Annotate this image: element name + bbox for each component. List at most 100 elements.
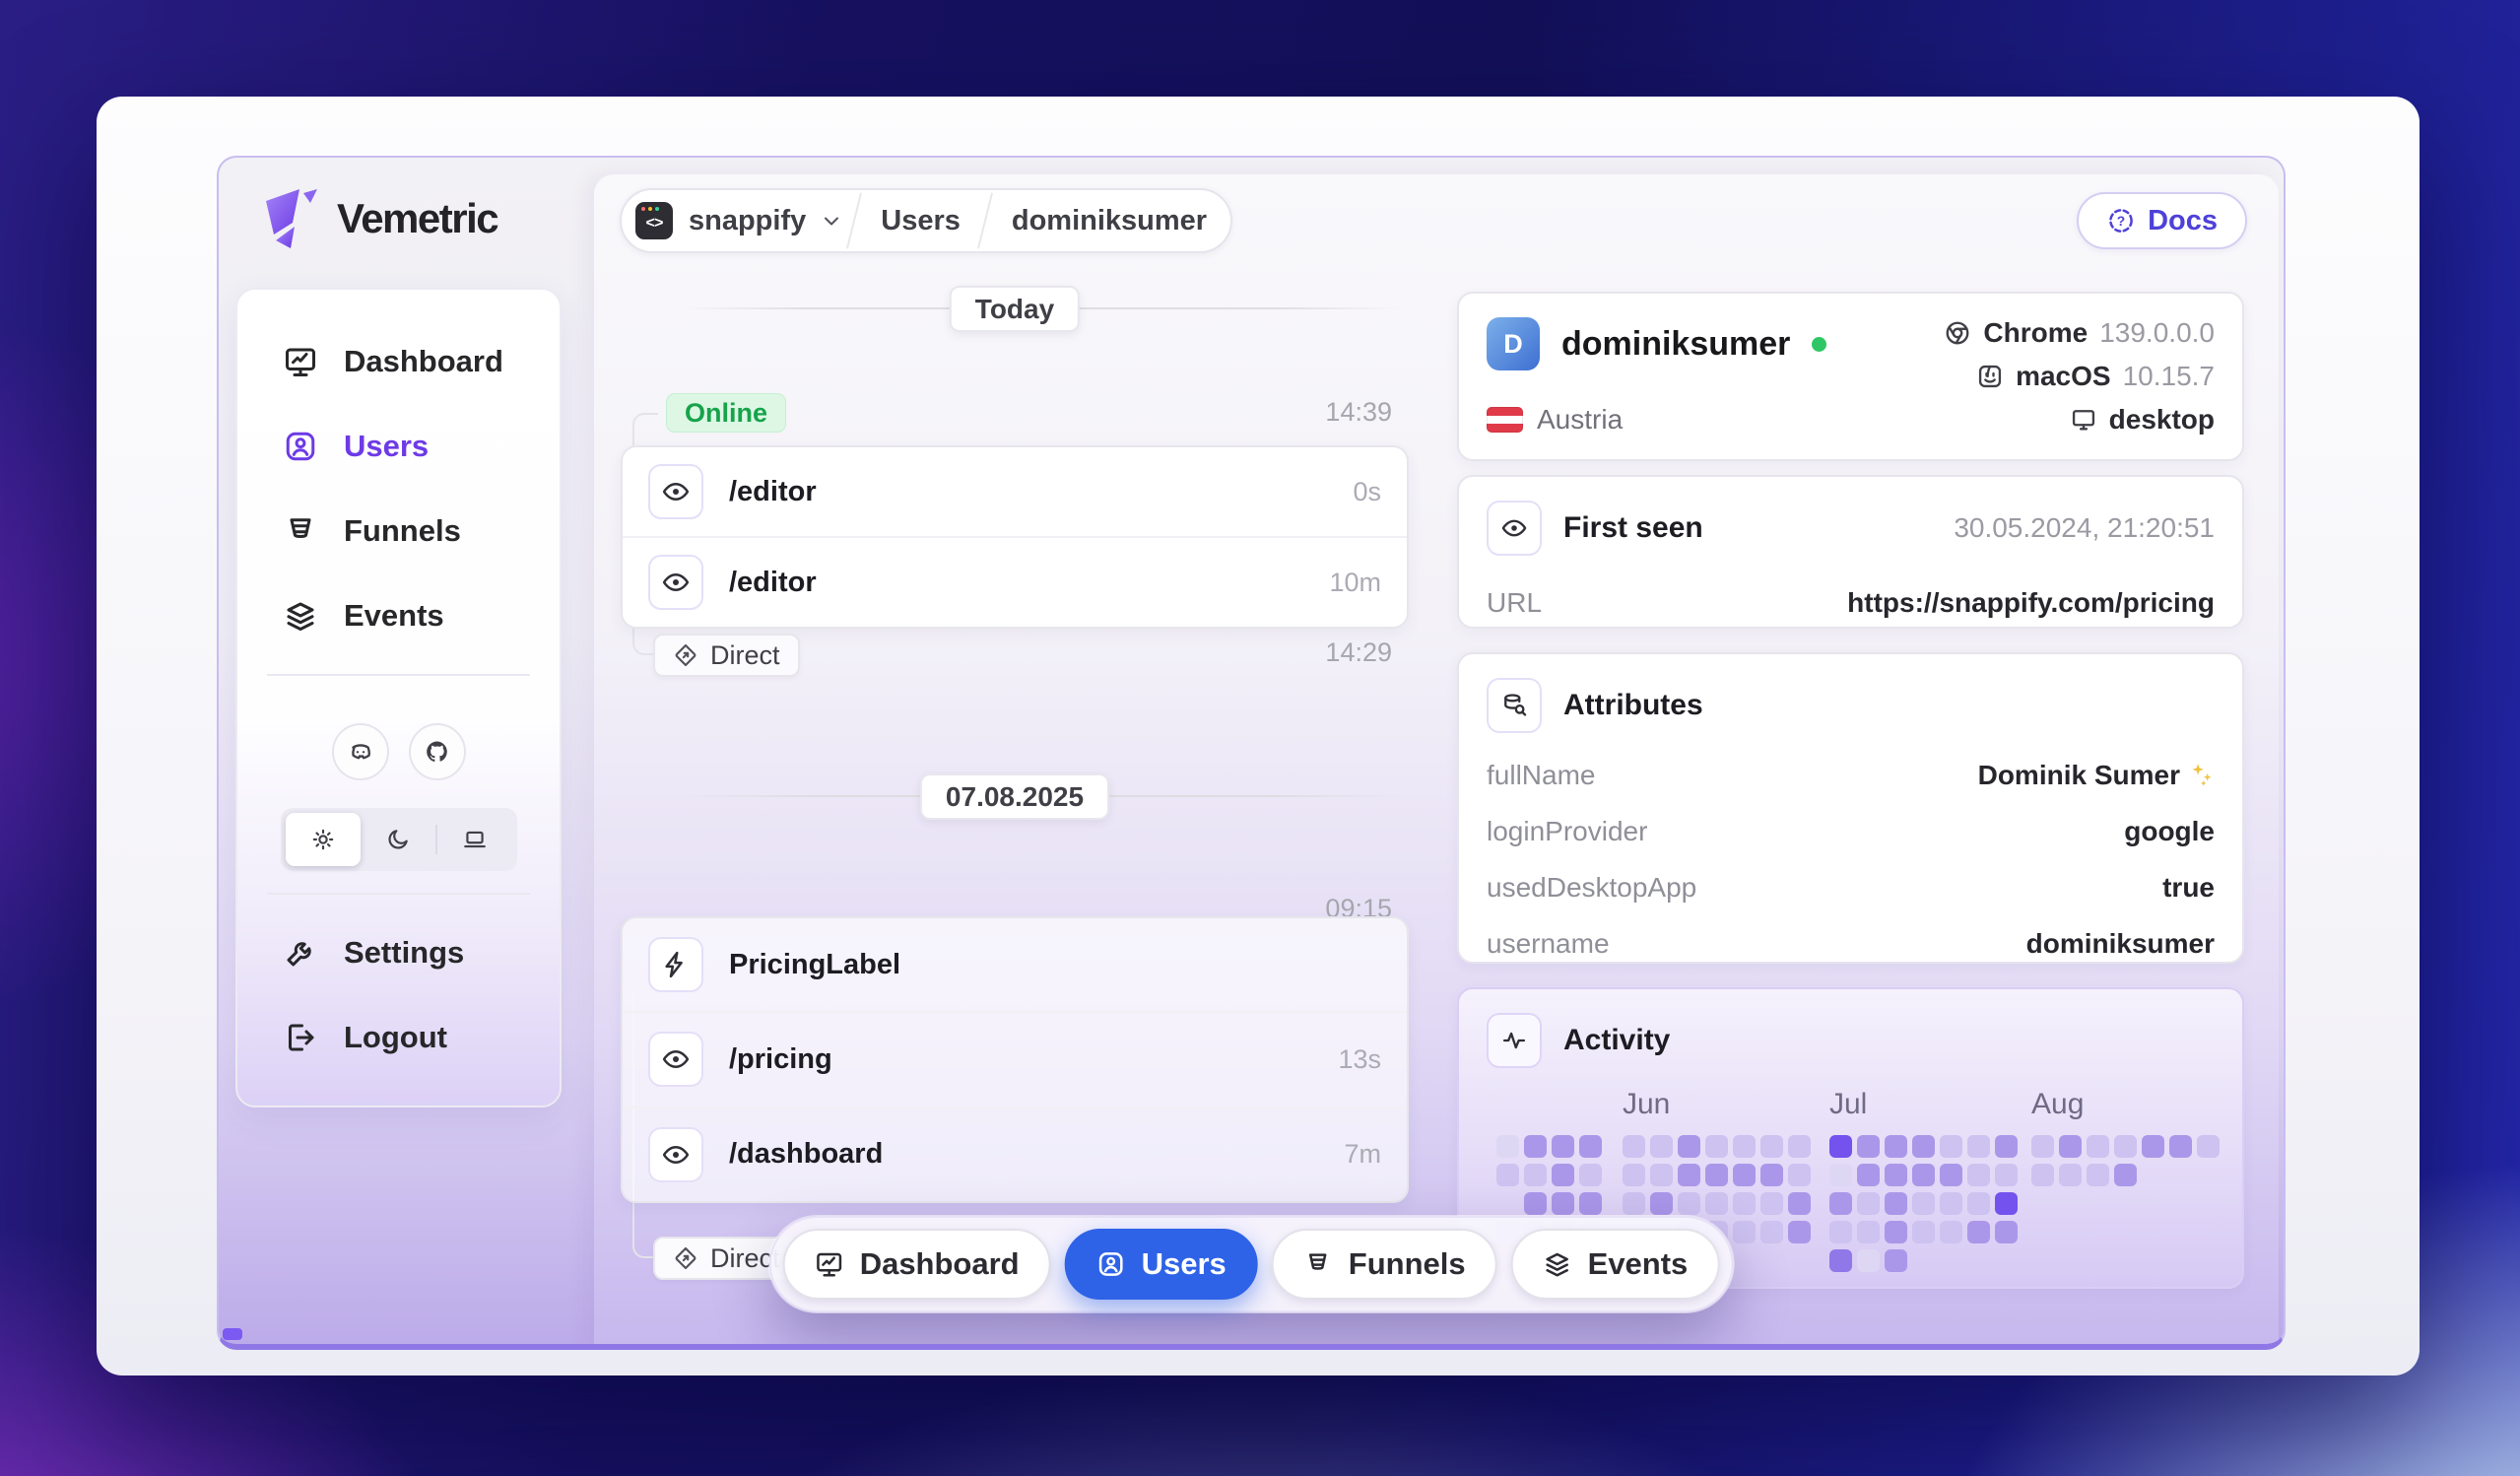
- breadcrumb-section[interactable]: Users: [881, 205, 961, 237]
- activity-cell: [1678, 1135, 1700, 1158]
- pageview-duration: 10m: [1329, 567, 1381, 597]
- attributes-card: Attributes fullName Dominik Sumer loginP…: [1457, 652, 2244, 964]
- docs-button[interactable]: ? Docs: [2077, 192, 2247, 249]
- project-icon: <>: [635, 202, 673, 239]
- activity-cell: [1733, 1164, 1756, 1186]
- pageview-row[interactable]: /editor 10m: [623, 536, 1407, 627]
- breadcrumb-project[interactable]: snappify: [689, 205, 806, 237]
- content-area: <> snappify Users dominiksumer ? Docs To…: [594, 174, 2279, 1344]
- activity-cell: [1995, 1221, 2018, 1243]
- direct-source-icon: [673, 1245, 698, 1271]
- activity-cell: [1912, 1192, 1935, 1215]
- activity-cell: [1524, 1164, 1547, 1186]
- activity-cell: [1912, 1135, 1935, 1158]
- bottom-nav-label: Events: [1587, 1246, 1689, 1281]
- chrome-icon: [1944, 319, 1971, 347]
- funnel-icon: [1303, 1249, 1333, 1279]
- pageview-path: /pricing: [729, 1042, 832, 1075]
- traffic-source-label: Direct: [710, 639, 780, 670]
- sidebar-item-users[interactable]: Users: [257, 404, 540, 489]
- github-button[interactable]: [408, 723, 466, 780]
- activity-cell: [1788, 1192, 1811, 1215]
- month-label: Jun: [1623, 1088, 1671, 1120]
- activity-cell: [1885, 1249, 1907, 1272]
- logout-icon: [283, 1020, 318, 1055]
- bolt-icon: [648, 937, 703, 993]
- profile-username: dominiksumer: [1561, 324, 1791, 363]
- activity-cell: [1885, 1192, 1907, 1215]
- bottom-nav-funnels[interactable]: Funnels: [1271, 1229, 1497, 1300]
- docs-label: Docs: [2148, 204, 2218, 236]
- austria-flag-icon: [1487, 407, 1523, 433]
- activity-cell: [2087, 1164, 2109, 1186]
- bottom-nav: Dashboard Users Funnels Events: [768, 1216, 1734, 1312]
- activity-cell: [1940, 1192, 1962, 1215]
- discord-button[interactable]: [331, 723, 389, 780]
- attributes-title: Attributes: [1563, 689, 1703, 721]
- pageview-row[interactable]: /dashboard 7m: [623, 1106, 1407, 1201]
- social-links: [257, 723, 540, 780]
- chevron-down-icon[interactable]: [820, 209, 843, 233]
- activity-cell: [2142, 1135, 2164, 1158]
- activity-cell: [1967, 1135, 1990, 1158]
- traffic-source-badge: Direct: [653, 634, 800, 677]
- activity-cell: [2169, 1135, 2192, 1158]
- sidebar-item-funnels[interactable]: Funnels: [257, 489, 540, 573]
- sidebar: Dashboard Users Funnels Events Settings …: [235, 288, 562, 1107]
- first-seen-timestamp: 30.05.2024, 21:20:51: [1954, 512, 2215, 543]
- sidebar-item-logout[interactable]: Logout: [257, 995, 540, 1080]
- sidebar-divider: [267, 674, 530, 676]
- activity-cell: [1496, 1164, 1519, 1186]
- activity-cell: [1760, 1164, 1783, 1186]
- horizontal-scrollbar-thumb[interactable]: [223, 1328, 242, 1340]
- activity-cell: [2114, 1164, 2137, 1186]
- activity-cell: [1650, 1135, 1673, 1158]
- first-seen-url[interactable]: https://snappify.com/pricing: [1847, 587, 2215, 619]
- activity-cell: [1940, 1221, 1962, 1243]
- theme-system-button[interactable]: [437, 813, 512, 866]
- activity-cell: [1496, 1135, 1519, 1158]
- activity-cell: [1857, 1221, 1880, 1243]
- breadcrumb-user[interactable]: dominiksumer: [1012, 205, 1207, 237]
- activity-cell: [2059, 1164, 2082, 1186]
- sidebar-item-settings[interactable]: Settings: [257, 910, 540, 995]
- activity-cell: [1705, 1164, 1728, 1186]
- activity-cell: [1857, 1249, 1880, 1272]
- activity-cell: [1579, 1135, 1602, 1158]
- macos-finder-icon: [1976, 363, 2004, 390]
- activity-cell: [1788, 1164, 1811, 1186]
- date-badge: Today: [949, 286, 1081, 332]
- eye-icon: [648, 464, 703, 519]
- session-card: PricingLabel /pricing 13s /dashboard 7m: [621, 916, 1409, 1203]
- pageview-row[interactable]: /pricing 13s: [623, 1011, 1407, 1106]
- theme-dark-button[interactable]: [361, 813, 435, 866]
- activity-cell: [1650, 1192, 1673, 1215]
- layers-icon: [283, 598, 318, 634]
- activity-cell: [1623, 1135, 1645, 1158]
- bottom-nav-users[interactable]: Users: [1064, 1229, 1258, 1300]
- vemetric-logo-icon: [264, 187, 321, 250]
- bottom-nav-events[interactable]: Events: [1510, 1229, 1720, 1300]
- sidebar-item-dashboard[interactable]: Dashboard: [257, 319, 540, 404]
- pageview-duration: 0s: [1353, 476, 1381, 506]
- month-label: Aug: [2031, 1088, 2085, 1120]
- activity-cell: [1967, 1221, 1990, 1243]
- activity-cell: [1788, 1135, 1811, 1158]
- eye-icon: [648, 1126, 703, 1182]
- sidebar-item-label: Funnels: [344, 513, 461, 548]
- theme-light-button[interactable]: [285, 813, 361, 866]
- dashboard-icon: [815, 1249, 844, 1279]
- activity-cell: [1940, 1135, 1962, 1158]
- activity-cell: [1705, 1135, 1728, 1158]
- svg-text:?: ?: [2117, 214, 2125, 229]
- bottom-nav-label: Users: [1141, 1246, 1227, 1281]
- sidebar-item-label: Users: [344, 429, 430, 463]
- custom-event-row[interactable]: PricingLabel: [623, 918, 1407, 1011]
- layers-icon: [1543, 1249, 1572, 1279]
- profile-os: macOS: [2016, 361, 2111, 391]
- bottom-nav-dashboard[interactable]: Dashboard: [782, 1229, 1051, 1300]
- wrench-icon: [283, 935, 318, 971]
- pageview-row[interactable]: /editor 0s: [623, 447, 1407, 536]
- activity-cell: [1552, 1135, 1574, 1158]
- sidebar-item-events[interactable]: Events: [257, 573, 540, 658]
